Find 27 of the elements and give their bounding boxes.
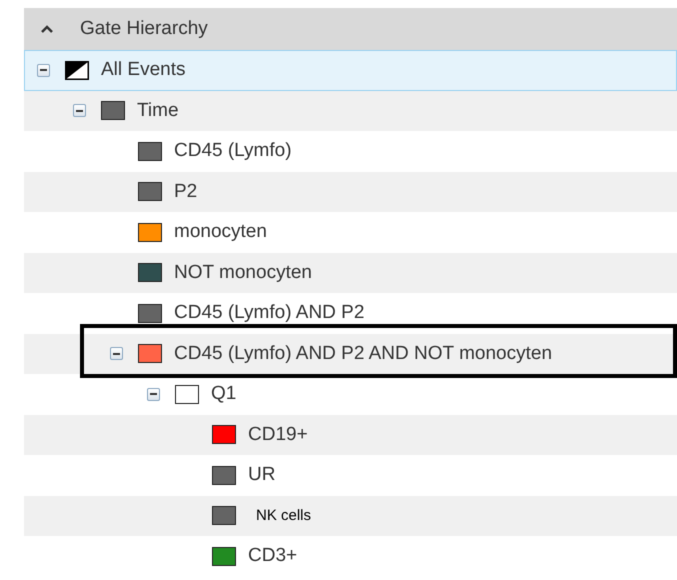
tree-row[interactable]: CD19+	[24, 414, 677, 455]
node-label: All Events	[101, 58, 186, 82]
node-label: Time	[137, 98, 179, 122]
collapse-toggle[interactable]	[147, 388, 160, 401]
node-label: Q1	[211, 382, 236, 406]
tree-row[interactable]: All Events	[24, 50, 677, 90]
chevron-icon	[40, 24, 54, 34]
node-label: monocyten	[174, 220, 267, 244]
swatch-icon	[65, 60, 89, 80]
collapse-toggle[interactable]	[37, 64, 50, 77]
collapse-toggle[interactable]	[110, 347, 123, 360]
tree-row[interactable]: P2	[24, 172, 677, 212]
node-label: NK cells	[256, 506, 312, 526]
collapse-toggle[interactable]	[73, 104, 86, 118]
tree-row[interactable]: NOT monocyten	[24, 252, 677, 293]
node-label: CD3+	[248, 544, 298, 568]
node-label: NOT monocyten	[174, 260, 312, 284]
node-label: CD19+	[248, 422, 308, 446]
node-label: CD45 (Lymfo) AND P2	[174, 301, 364, 325]
tree-row[interactable]: NK cells	[24, 496, 677, 536]
node-label: P2	[174, 180, 198, 204]
tree-row[interactable]: Time	[24, 90, 677, 131]
node-label: UR	[248, 463, 276, 487]
node-label: CD45 (Lymfo)	[174, 139, 292, 163]
panel-header[interactable]: Gate Hierarchy	[24, 8, 677, 50]
panel-title: Gate Hierarchy	[80, 16, 208, 41]
node-label: CD45 (Lymfo) AND P2 AND NOT monocyten	[174, 342, 552, 366]
